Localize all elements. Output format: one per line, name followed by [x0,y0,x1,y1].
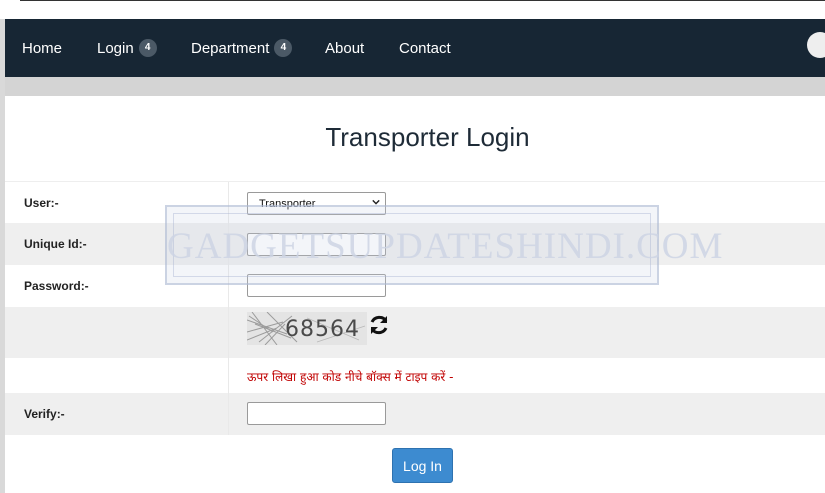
nav-home[interactable]: Home [22,19,62,77]
top-strip [0,0,825,19]
unique-id-row: Unique Id:- [5,223,825,265]
nav-contact-label: Contact [399,39,451,57]
nav-login[interactable]: Login 4 [97,19,157,77]
header-gap [5,77,825,96]
page-title: Transporter Login [325,122,530,152]
nav-login-label: Login [97,39,134,57]
verify-label: Verify:- [24,407,65,421]
nav-home-label: Home [22,39,63,57]
nav-login-badge: 4 [138,39,157,57]
captcha-image: 68564 [247,312,367,345]
nav-department-label: Department [191,39,270,57]
chevron-down-icon [372,199,380,205]
search-icon[interactable] [807,32,825,58]
main-navbar: Home Login 4 Department 4 About Contact [5,19,825,77]
password-label: Password:- [24,279,89,293]
password-input[interactable] [247,274,386,297]
nav-department[interactable]: Department 4 [191,19,293,77]
login-panel: Transporter Login User:- Transporter Uni… [5,96,825,493]
verify-input[interactable] [247,402,386,425]
captcha-code: 68564 [285,317,360,342]
password-row: Password:- [5,265,825,307]
nav-about[interactable]: About [325,19,364,77]
verify-row: Verify:- [5,393,825,435]
verify-label-cell: Verify:- [5,393,229,435]
top-divider [20,0,825,1]
nav-about-label: About [325,39,365,57]
user-type-value: Transporter [259,197,316,210]
captcha-label-cell [5,307,229,358]
unique-id-label: Unique Id:- [24,237,87,251]
unique-id-input[interactable] [247,233,386,256]
refresh-icon[interactable] [367,313,391,337]
password-label-cell: Password:- [5,265,229,307]
captcha-hint-row: ऊपर लिखा हुआ कोड नीचे बॉक्स में टाइप करे… [5,358,825,393]
user-label-cell: User:- [5,182,229,224]
login-button[interactable]: Log In [392,448,453,483]
user-label: User:- [24,196,59,210]
user-type-select[interactable]: Transporter [247,192,386,215]
nav-contact[interactable]: Contact [399,19,451,77]
nav-department-badge: 4 [274,39,293,57]
unique-id-label-cell: Unique Id:- [5,223,229,265]
user-row: User:- Transporter [5,181,825,224]
captcha-hint: ऊपर लिखा हुआ कोड नीचे बॉक्स में टाइप करे… [247,370,454,384]
captcha-hint-label-cell [5,358,229,393]
captcha-row: 68564 [5,307,825,358]
